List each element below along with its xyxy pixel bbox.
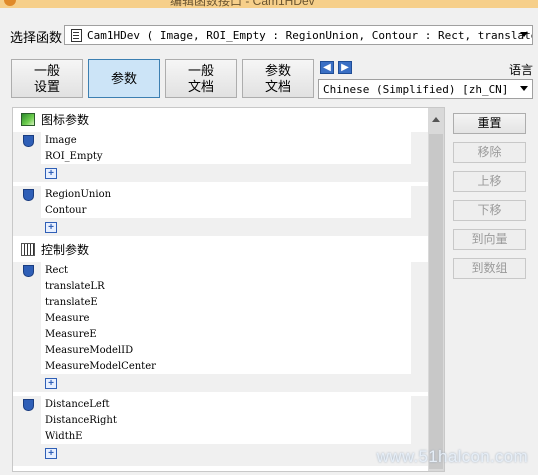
- chevron-down-icon[interactable]: [520, 86, 528, 91]
- param-item[interactable]: Measure: [45, 313, 89, 324]
- param-group: Image ROI_Empty +: [13, 132, 428, 182]
- param-group: RegionUnion Contour +: [13, 186, 428, 236]
- section-title: 图标参数: [41, 113, 90, 127]
- param-group: DistanceLeft DistanceRight WidthE +: [13, 396, 428, 466]
- window-title: 编辑函数接口 - Cam1HDev: [170, 0, 315, 8]
- watermark: www.51halcon.com: [376, 447, 528, 466]
- tab-parameters[interactable]: 参数: [88, 59, 160, 98]
- tab-parameter-docs[interactable]: 参数 文档: [242, 59, 314, 98]
- app-icon: [4, 0, 16, 6]
- chevron-down-icon[interactable]: [520, 32, 528, 37]
- function-select[interactable]: Cam1HDev ( Image, ROI_Empty : RegionUnio…: [64, 25, 533, 45]
- to-array-button[interactable]: 到数组: [453, 258, 526, 279]
- section-control-params: 控制参数: [21, 241, 89, 258]
- shield-icon: [23, 135, 34, 147]
- parameter-panel: 图标参数 Image ROI_Empty + RegionUnion Conto…: [12, 107, 445, 472]
- title-bar: 编辑函数接口 - Cam1HDev: [0, 0, 538, 8]
- param-item[interactable]: MeasureModelID: [45, 345, 133, 356]
- select-function-label: 选择函数: [10, 30, 63, 45]
- add-param-icon[interactable]: +: [45, 222, 57, 233]
- param-item[interactable]: RegionUnion: [45, 189, 111, 200]
- param-item[interactable]: MeasureModelCenter: [45, 361, 156, 372]
- shield-icon: [23, 399, 34, 411]
- scrollbar-thumb[interactable]: [429, 134, 443, 469]
- tab-general-docs[interactable]: 一般 文档: [165, 59, 237, 98]
- param-item[interactable]: Contour: [45, 205, 86, 216]
- reset-button[interactable]: 重置: [453, 113, 526, 134]
- param-item[interactable]: DistanceLeft: [45, 399, 110, 410]
- back-arrow-icon[interactable]: ◀: [320, 61, 334, 74]
- param-item[interactable]: translateLR: [45, 281, 105, 292]
- image-icon: [21, 113, 35, 126]
- add-param-icon[interactable]: +: [45, 378, 57, 389]
- param-group-list: [41, 262, 411, 374]
- param-item[interactable]: Image: [45, 135, 77, 146]
- move-up-button[interactable]: 上移: [453, 171, 526, 192]
- remove-button[interactable]: 移除: [453, 142, 526, 163]
- param-item[interactable]: WidthE: [45, 431, 82, 442]
- function-select-value: Cam1HDev ( Image, ROI_Empty : RegionUnio…: [87, 29, 533, 42]
- section-title: 控制参数: [41, 243, 90, 257]
- tab-parameters-label: 参数: [110, 70, 137, 86]
- document-icon: [71, 29, 82, 42]
- move-down-button[interactable]: 下移: [453, 200, 526, 221]
- param-item[interactable]: ROI_Empty: [45, 151, 103, 162]
- section-iconic-params: 图标参数: [21, 111, 89, 128]
- control-icon: [21, 243, 35, 256]
- param-item[interactable]: MeasureE: [45, 329, 97, 340]
- add-param-icon[interactable]: +: [45, 448, 57, 459]
- shield-icon: [23, 189, 34, 201]
- language-label: 语言: [509, 63, 534, 77]
- tab-general-docs-label: 一般 文档: [187, 62, 214, 94]
- tab-parameter-docs-label: 参数 文档: [264, 62, 291, 94]
- tab-general-settings-label: 一般 设置: [33, 62, 60, 94]
- tab-general-settings[interactable]: 一般 设置: [11, 59, 83, 98]
- language-select[interactable]: Chinese (Simplified) [zh_CN]: [318, 79, 533, 99]
- param-group: Rect translateLR translateE Measure Meas…: [13, 262, 428, 392]
- scroll-up-icon[interactable]: [432, 117, 440, 122]
- language-select-value: Chinese (Simplified) [zh_CN]: [323, 83, 509, 96]
- param-item[interactable]: translateE: [45, 297, 98, 308]
- forward-arrow-icon[interactable]: ▶: [338, 61, 352, 74]
- add-param-icon[interactable]: +: [45, 168, 57, 179]
- to-vector-button[interactable]: 到向量: [453, 229, 526, 250]
- param-item[interactable]: DistanceRight: [45, 415, 117, 426]
- vertical-scrollbar[interactable]: [428, 108, 444, 471]
- param-item[interactable]: Rect: [45, 265, 68, 276]
- shield-icon: [23, 265, 34, 277]
